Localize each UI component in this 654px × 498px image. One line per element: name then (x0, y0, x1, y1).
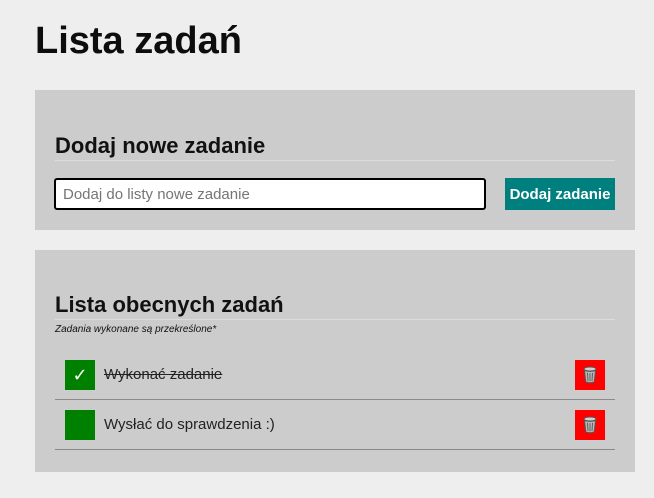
new-task-input[interactable] (54, 178, 486, 210)
completed-tasks-hint: Zadania wykonane są przekreślone* (55, 324, 217, 335)
task-text: Wykonać zadanie (104, 366, 223, 383)
trash-icon (583, 366, 597, 384)
task-item: Wysłać do sprawdzenia :) (55, 400, 615, 450)
task-item: ✓ Wykonać zadanie (55, 350, 615, 400)
page-title: Lista zadań (35, 20, 242, 62)
task-checkbox[interactable] (65, 410, 95, 440)
task-text: Wysłać do sprawdzenia :) (104, 416, 275, 433)
trash-icon (583, 416, 597, 434)
task-list-panel: Lista obecnych zadań Zadania wykonane są… (35, 250, 635, 472)
add-task-heading: Dodaj nowe zadanie (55, 132, 615, 161)
task-checkbox[interactable]: ✓ (65, 360, 95, 390)
add-task-button[interactable]: Dodaj zadanie (505, 178, 615, 210)
delete-task-button[interactable] (575, 410, 605, 440)
add-task-panel: Dodaj nowe zadanie Dodaj zadanie (35, 90, 635, 230)
delete-task-button[interactable] (575, 360, 605, 390)
task-list: ✓ Wykonać zadanie Wysłać do sprawdzenia … (55, 350, 615, 450)
task-list-heading: Lista obecnych zadań (55, 291, 615, 320)
